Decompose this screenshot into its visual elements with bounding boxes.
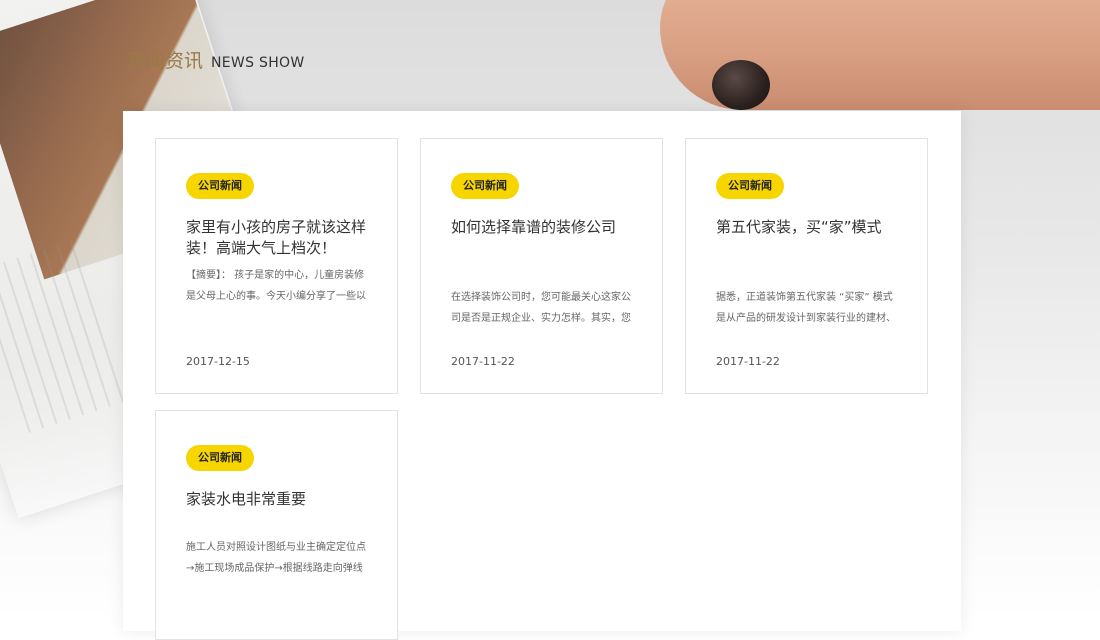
section-title-en: NEWS SHOW: [211, 55, 305, 71]
news-date: 2017-11-22: [716, 355, 780, 368]
category-badge: 公司新闻: [186, 445, 254, 471]
news-summary: 据悉，正道装饰第五代家装 “买家” 模式是从产品的研发设计到家装行业的建材、: [716, 292, 896, 324]
background-stone-image: [712, 60, 770, 110]
news-card[interactable]: 公司新闻 如何选择靠谱的装修公司 在选择装饰公司时，您可能最关心这家公司是否是正…: [420, 138, 663, 394]
category-badge: 公司新闻: [451, 173, 519, 199]
news-date: 2017-12-15: [186, 355, 250, 368]
news-summary: 【摘要】： 孩子是家的中心，儿童房装修是父母上心的事。今天小编分享了一些以: [186, 270, 366, 302]
news-panel: 公司新闻 家里有小孩的房子就该这样装！高端大气上档次！ 【摘要】： 孩子是家的中…: [123, 111, 961, 640]
section-heading: 新闻资讯 NEWS SHOW: [127, 46, 305, 73]
news-summary: 施工人员对照设计图纸与业主确定定位点→施工现场成品保护→根据线路走向弹线: [186, 542, 366, 574]
news-card[interactable]: 公司新闻 家里有小孩的房子就该这样装！高端大气上档次！ 【摘要】： 孩子是家的中…: [155, 138, 398, 394]
news-title[interactable]: 家装水电非常重要: [186, 489, 376, 510]
news-title[interactable]: 第五代家装，买“家”模式: [716, 217, 906, 238]
news-date: 2017-11-22: [451, 355, 515, 368]
category-badge: 公司新闻: [186, 173, 254, 199]
news-card[interactable]: 公司新闻 第五代家装，买“家”模式 据悉，正道装饰第五代家装 “买家” 模式是从…: [685, 138, 928, 394]
news-title[interactable]: 家里有小孩的房子就该这样装！高端大气上档次！: [186, 217, 376, 259]
section-title-cn: 新闻资讯: [127, 50, 204, 72]
news-card[interactable]: 公司新闻 家装水电非常重要 施工人员对照设计图纸与业主确定定位点→施工现场成品保…: [155, 410, 398, 640]
news-title[interactable]: 如何选择靠谱的装修公司: [451, 217, 641, 238]
news-summary: 在选择装饰公司时，您可能最关心这家公司是否是正规企业、实力怎样。其实，您: [451, 292, 631, 324]
category-badge: 公司新闻: [716, 173, 784, 199]
